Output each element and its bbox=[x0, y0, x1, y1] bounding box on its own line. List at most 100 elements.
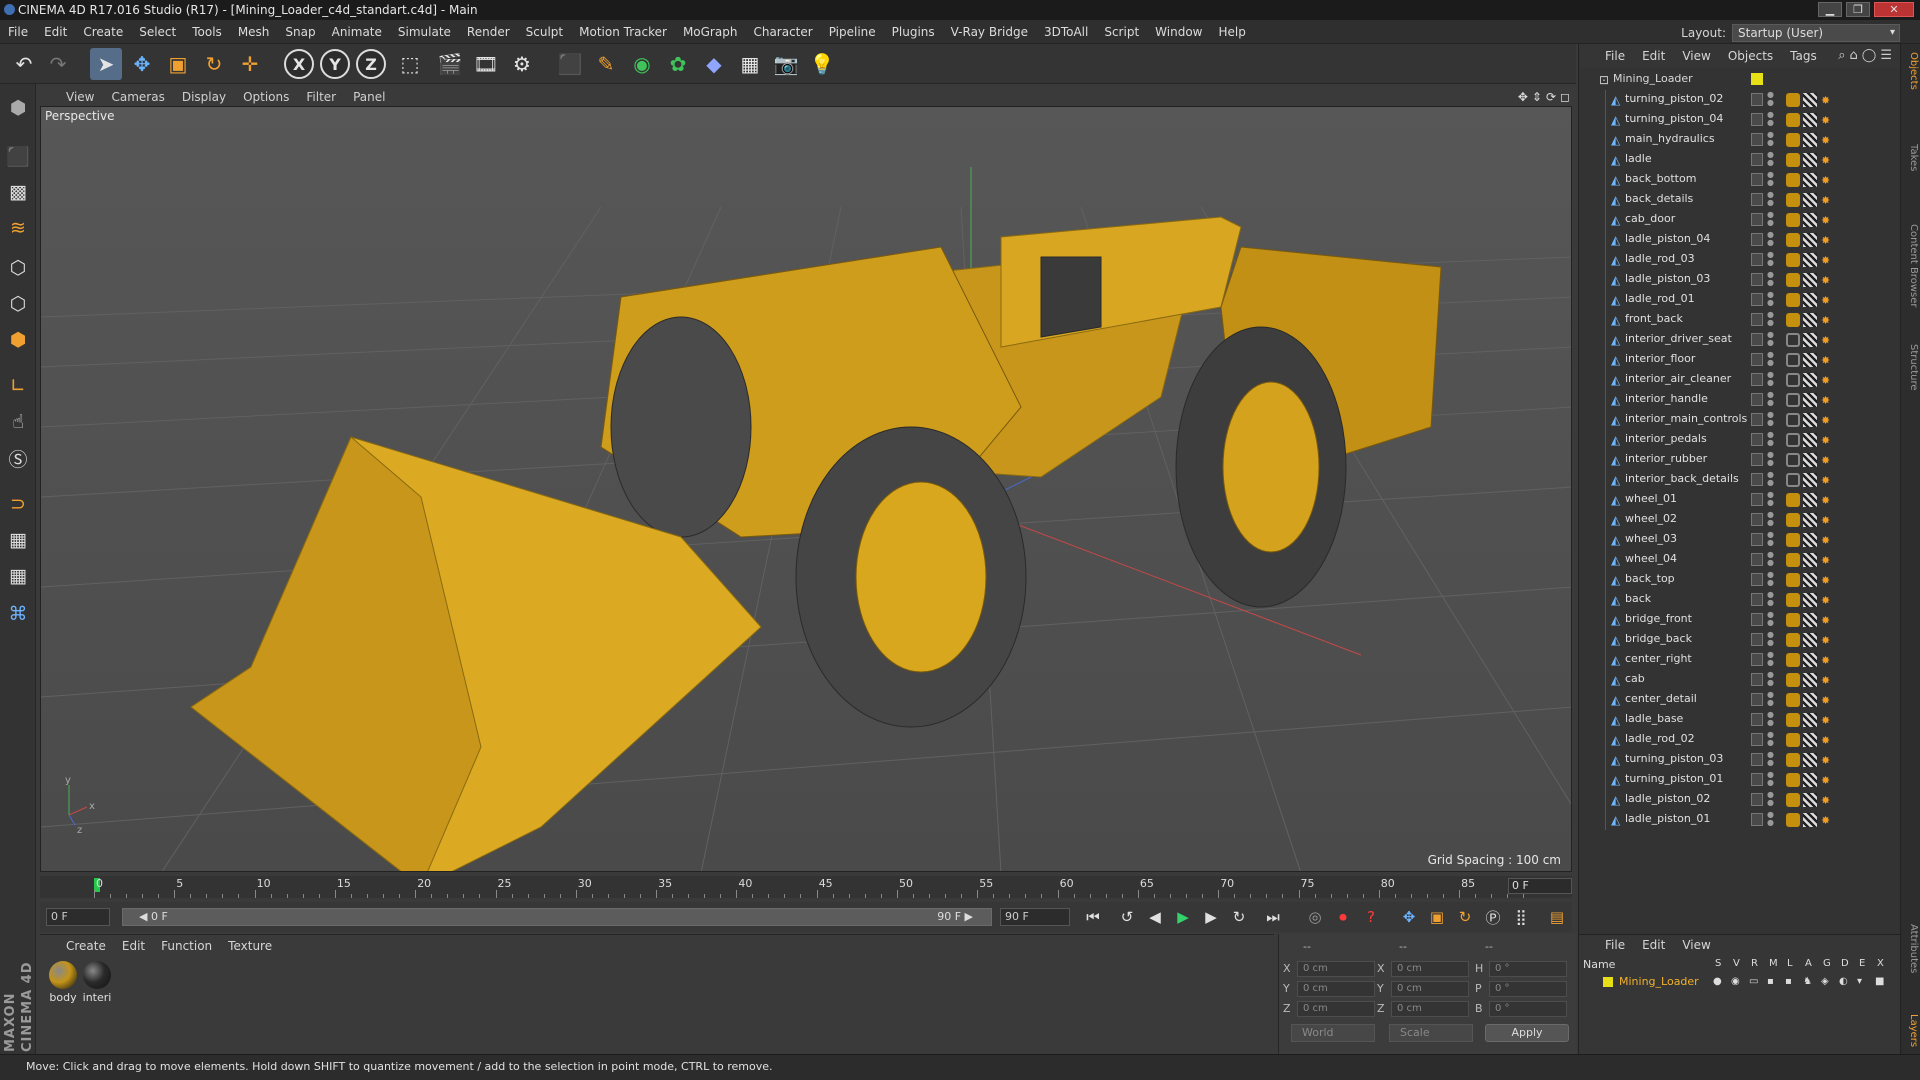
texture-tag-icon[interactable] bbox=[1803, 593, 1817, 607]
side-tab-objects[interactable]: Objects bbox=[1903, 52, 1919, 90]
render-visibility-dots[interactable]: ● ● bbox=[1767, 731, 1774, 749]
material-tag-icon[interactable] bbox=[1786, 233, 1800, 247]
render-visibility-dots[interactable]: ● ● bbox=[1767, 311, 1774, 329]
object-row[interactable]: ◭ wheel_03 ● ● ✸ bbox=[1579, 530, 1901, 550]
menu-script[interactable]: Script bbox=[1104, 25, 1139, 39]
minimize-button[interactable]: ▁ bbox=[1818, 2, 1842, 17]
material-tag-icon[interactable] bbox=[1786, 313, 1800, 327]
editor-visibility-toggle[interactable] bbox=[1751, 693, 1763, 706]
material-menu-function[interactable]: Function bbox=[161, 939, 212, 953]
maximize-button[interactable]: ❐ bbox=[1846, 2, 1870, 17]
phong-tag-icon[interactable]: ✸ bbox=[1821, 394, 1831, 407]
viewport-menu-view[interactable]: View bbox=[66, 90, 94, 104]
render-visibility-dots[interactable]: ● ● bbox=[1767, 351, 1774, 369]
tweak-mode-icon[interactable]: ☝ bbox=[2, 406, 34, 438]
object-row[interactable]: ◭ wheel_02 ● ● ✸ bbox=[1579, 510, 1901, 530]
menu-mesh[interactable]: Mesh bbox=[238, 25, 270, 39]
redo-icon[interactable]: ↷ bbox=[42, 48, 74, 80]
object-name[interactable]: cab_door bbox=[1625, 212, 1675, 225]
render-visibility-dots[interactable]: ● ● bbox=[1767, 451, 1774, 469]
render-visibility-dots[interactable]: ● ● bbox=[1767, 591, 1774, 609]
phong-tag-icon[interactable]: ✸ bbox=[1821, 334, 1831, 347]
material-menu-edit[interactable]: Edit bbox=[122, 939, 145, 953]
object-name[interactable]: back_bottom bbox=[1625, 172, 1696, 185]
object-name[interactable]: ladle_piston_01 bbox=[1625, 812, 1710, 825]
object-name[interactable]: ladle_piston_04 bbox=[1625, 232, 1710, 245]
material-tag-icon[interactable] bbox=[1786, 193, 1800, 207]
coordinate-value-field[interactable]: 0 cm bbox=[1391, 961, 1469, 977]
editor-visibility-toggle[interactable] bbox=[1751, 373, 1763, 386]
object-row[interactable]: ◭ ladle_rod_02 ● ● ✸ bbox=[1579, 730, 1901, 750]
object-row[interactable]: ◭ interior_air_cleaner ● ● ✸ bbox=[1579, 370, 1901, 390]
texture-tag-icon[interactable] bbox=[1803, 373, 1817, 387]
timeline-ruler[interactable]: 051015202530354045505560657075808590 bbox=[40, 876, 1572, 898]
layer-toggle-icon[interactable]: ◉ bbox=[1731, 976, 1741, 987]
object-name[interactable]: ladle_rod_03 bbox=[1625, 252, 1695, 265]
material-tag-icon[interactable] bbox=[1786, 553, 1800, 567]
phong-tag-icon[interactable]: ✸ bbox=[1821, 494, 1831, 507]
material-tag-icon[interactable] bbox=[1786, 693, 1800, 707]
editor-visibility-toggle[interactable] bbox=[1751, 633, 1763, 646]
texture-tag-icon[interactable] bbox=[1803, 533, 1817, 547]
editor-visibility-toggle[interactable] bbox=[1751, 293, 1763, 306]
material-tag-icon[interactable] bbox=[1786, 753, 1800, 767]
phong-tag-icon[interactable]: ✸ bbox=[1821, 194, 1831, 207]
render-visibility-dots[interactable]: ● ● bbox=[1767, 711, 1774, 729]
planar-workplane-icon[interactable]: ▦ bbox=[2, 560, 34, 592]
object-row[interactable]: ◭ turning_piston_04 ● ● ✸ bbox=[1579, 110, 1901, 130]
render-visibility-dots[interactable]: ● ● bbox=[1767, 511, 1774, 529]
object-row[interactable]: ◭ wheel_01 ● ● ✸ bbox=[1579, 490, 1901, 510]
object-menu-tags[interactable]: Tags bbox=[1790, 49, 1817, 63]
editor-visibility-toggle[interactable] bbox=[1751, 673, 1763, 686]
texture-tag-icon[interactable] bbox=[1803, 433, 1817, 447]
side-tab-layers[interactable]: Layers bbox=[1903, 1014, 1919, 1047]
material-tag-icon[interactable] bbox=[1786, 273, 1800, 287]
phong-tag-icon[interactable]: ✸ bbox=[1821, 314, 1831, 327]
mining-loader-model[interactable] bbox=[190, 216, 1442, 872]
phong-tag-icon[interactable]: ✸ bbox=[1821, 754, 1831, 767]
key-position-icon[interactable]: ✥ bbox=[1396, 905, 1422, 929]
material-tag-icon[interactable] bbox=[1786, 433, 1800, 447]
phong-tag-icon[interactable]: ✸ bbox=[1821, 554, 1831, 567]
side-tab-attributes[interactable]: Attributes bbox=[1903, 924, 1919, 973]
render-visibility-dots[interactable]: ● ● bbox=[1767, 131, 1774, 149]
material-tag-icon[interactable] bbox=[1786, 93, 1800, 107]
material-preview-ball[interactable] bbox=[49, 961, 77, 989]
render-visibility-dots[interactable]: ● ● bbox=[1767, 251, 1774, 269]
object-name[interactable]: ladle_base bbox=[1625, 712, 1683, 725]
render-visibility-dots[interactable]: ● ● bbox=[1767, 151, 1774, 169]
render-visibility-dots[interactable]: ● ● bbox=[1767, 811, 1774, 829]
render-visibility-dots[interactable]: ● ● bbox=[1767, 791, 1774, 809]
side-tab-structure[interactable]: Structure bbox=[1903, 344, 1919, 391]
editor-visibility-toggle[interactable] bbox=[1751, 253, 1763, 266]
layer-column-d[interactable]: D bbox=[1841, 958, 1849, 969]
object-row[interactable]: ◭ turning_piston_03 ● ● ✸ bbox=[1579, 750, 1901, 770]
layer-menu-edit[interactable]: Edit bbox=[1642, 938, 1665, 952]
python-icon[interactable]: ⌘ bbox=[2, 598, 34, 630]
material-tag-icon[interactable] bbox=[1786, 293, 1800, 307]
object-name[interactable]: ladle_piston_03 bbox=[1625, 272, 1710, 285]
material-tag-icon[interactable] bbox=[1786, 493, 1800, 507]
phong-tag-icon[interactable]: ✸ bbox=[1821, 174, 1831, 187]
texture-tag-icon[interactable] bbox=[1803, 613, 1817, 627]
object-row[interactable]: ◭ ladle_rod_01 ● ● ✸ bbox=[1579, 290, 1901, 310]
menu-character[interactable]: Character bbox=[753, 25, 812, 39]
editor-visibility-toggle[interactable] bbox=[1751, 713, 1763, 726]
object-name[interactable]: back_details bbox=[1625, 192, 1693, 205]
editor-visibility-toggle[interactable] bbox=[1751, 133, 1763, 146]
object-menu-view[interactable]: View bbox=[1682, 49, 1710, 63]
editor-visibility-toggle[interactable] bbox=[1751, 613, 1763, 626]
layer-toggle-icon[interactable]: ▪ bbox=[1767, 976, 1777, 987]
texture-tag-icon[interactable] bbox=[1803, 273, 1817, 287]
menu-3dtoall[interactable]: 3DToAll bbox=[1044, 25, 1088, 39]
texture-tag-icon[interactable] bbox=[1803, 493, 1817, 507]
layer-toggle-icon[interactable]: ◐ bbox=[1839, 976, 1849, 987]
texture-tag-icon[interactable] bbox=[1803, 153, 1817, 167]
material-tag-icon[interactable] bbox=[1786, 153, 1800, 167]
texture-tag-icon[interactable] bbox=[1803, 813, 1817, 827]
object-row-root[interactable]: ⊡ Mining_Loader bbox=[1579, 70, 1901, 90]
object-row[interactable]: ◭ ladle_piston_03 ● ● ✸ bbox=[1579, 270, 1901, 290]
menu-tools[interactable]: Tools bbox=[192, 25, 222, 39]
texture-tag-icon[interactable] bbox=[1803, 413, 1817, 427]
make-editable-icon[interactable]: ⬢ bbox=[2, 92, 34, 124]
